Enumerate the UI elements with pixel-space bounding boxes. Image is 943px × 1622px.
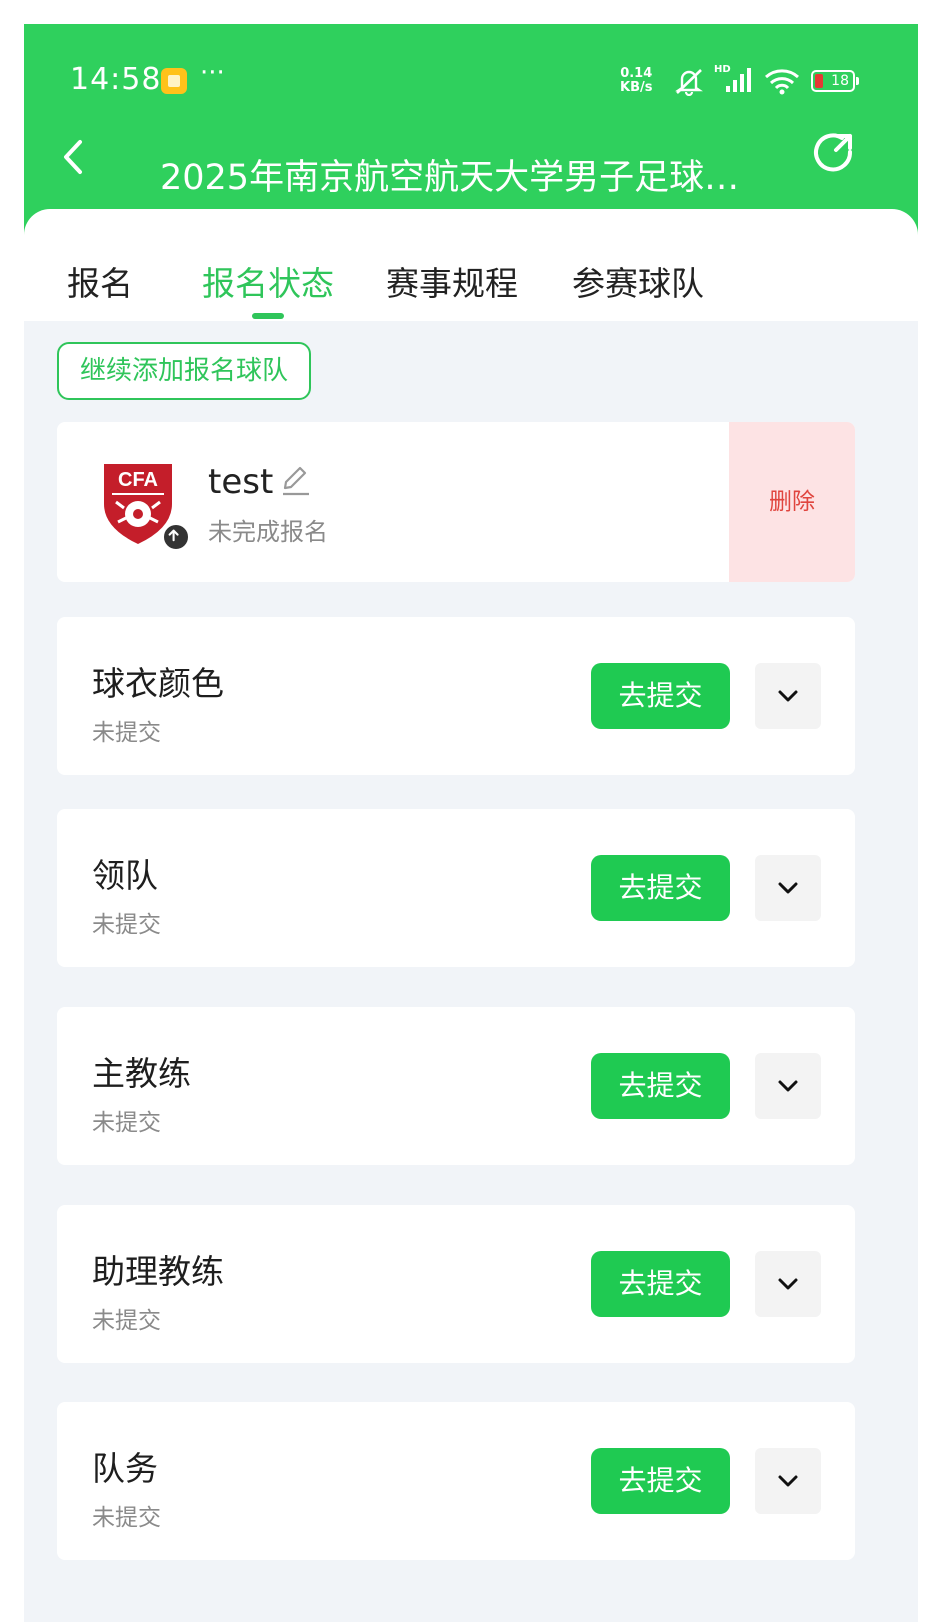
share-button[interactable] bbox=[812, 130, 856, 174]
network-speed-value: 0.14 bbox=[620, 66, 653, 81]
submit-button[interactable]: 去提交 bbox=[591, 1448, 730, 1514]
battery-indicator: 18 bbox=[811, 70, 859, 92]
submit-button[interactable]: 去提交 bbox=[591, 855, 730, 921]
section-title: 主教练 bbox=[92, 1054, 191, 1093]
submit-button[interactable]: 去提交 bbox=[591, 663, 730, 729]
section-status: 未提交 bbox=[92, 1308, 161, 1334]
section-status: 未提交 bbox=[92, 720, 161, 746]
section-title: 助理教练 bbox=[92, 1252, 224, 1291]
section-title: 球衣颜色 bbox=[92, 664, 224, 703]
tab-participating-teams[interactable]: 参赛球队 bbox=[572, 257, 704, 305]
page-title: 2025年南京航空航天大学男子足球… bbox=[160, 158, 740, 198]
tab-registration-status[interactable]: 报名状态 bbox=[202, 257, 334, 305]
section-card-team-affairs: 队务 未提交 去提交 bbox=[57, 1402, 855, 1560]
chevron-down-icon bbox=[778, 690, 798, 702]
section-status: 未提交 bbox=[92, 912, 161, 938]
team-registration-status: 未完成报名 bbox=[208, 518, 328, 546]
add-team-button[interactable]: 继续添加报名球队 bbox=[57, 342, 311, 400]
tab-competition-rules[interactable]: 赛事规程 bbox=[386, 257, 518, 305]
expand-button[interactable] bbox=[755, 855, 821, 921]
expand-button[interactable] bbox=[755, 1053, 821, 1119]
status-time: 14:58 bbox=[70, 62, 162, 97]
section-title: 领队 bbox=[92, 856, 158, 895]
more-notifications-icon: ··· bbox=[200, 58, 225, 88]
section-card-jersey-color: 球衣颜色 未提交 去提交 bbox=[57, 617, 855, 775]
mute-icon bbox=[675, 69, 703, 96]
section-status: 未提交 bbox=[92, 1110, 161, 1136]
network-speed-unit: KB/s bbox=[620, 80, 653, 95]
app-header: 14:58 ··· 0.14 KB/s HD 18 2025年南京航空航天大学男… bbox=[24, 24, 918, 239]
edit-name-icon[interactable] bbox=[279, 464, 311, 496]
chevron-down-icon bbox=[778, 1475, 798, 1487]
section-card-head-coach: 主教练 未提交 去提交 bbox=[57, 1007, 855, 1165]
tab-registration[interactable]: 报名 bbox=[67, 257, 133, 305]
section-card-assistant-coach: 助理教练 未提交 去提交 bbox=[57, 1205, 855, 1363]
delete-team-button[interactable]: 删除 bbox=[729, 422, 855, 582]
active-tab-indicator bbox=[252, 313, 284, 319]
section-card-team-leader: 领队 未提交 去提交 bbox=[57, 809, 855, 967]
expand-button[interactable] bbox=[755, 1448, 821, 1514]
expand-button[interactable] bbox=[755, 1251, 821, 1317]
section-status: 未提交 bbox=[92, 1505, 161, 1531]
tab-bar: 报名 报名状态 赛事规程 参赛球队 bbox=[24, 209, 918, 321]
network-speed: 0.14 KB/s bbox=[620, 67, 652, 95]
notification-app-icon bbox=[161, 68, 187, 94]
chevron-down-icon bbox=[778, 1080, 798, 1092]
section-title: 队务 bbox=[92, 1449, 158, 1488]
submit-button[interactable]: 去提交 bbox=[591, 1251, 730, 1317]
chevron-down-icon bbox=[778, 1278, 798, 1290]
team-name: test bbox=[208, 462, 274, 502]
signal-icon bbox=[726, 68, 751, 92]
chevron-down-icon bbox=[778, 882, 798, 894]
submit-button[interactable]: 去提交 bbox=[591, 1053, 730, 1119]
wifi-icon bbox=[765, 69, 799, 95]
back-button[interactable] bbox=[54, 132, 94, 182]
team-card[interactable]: CFA test 未完成报名 删除 bbox=[57, 422, 855, 582]
upload-logo-icon[interactable] bbox=[161, 522, 191, 552]
app-screen: 14:58 ··· 0.14 KB/s HD 18 2025年南京航空航天大学男… bbox=[24, 24, 918, 1622]
expand-button[interactable] bbox=[755, 663, 821, 729]
team-logo-text: CFA bbox=[118, 469, 158, 491]
status-bar: 14:58 ··· 0.14 KB/s HD 18 bbox=[24, 24, 918, 114]
